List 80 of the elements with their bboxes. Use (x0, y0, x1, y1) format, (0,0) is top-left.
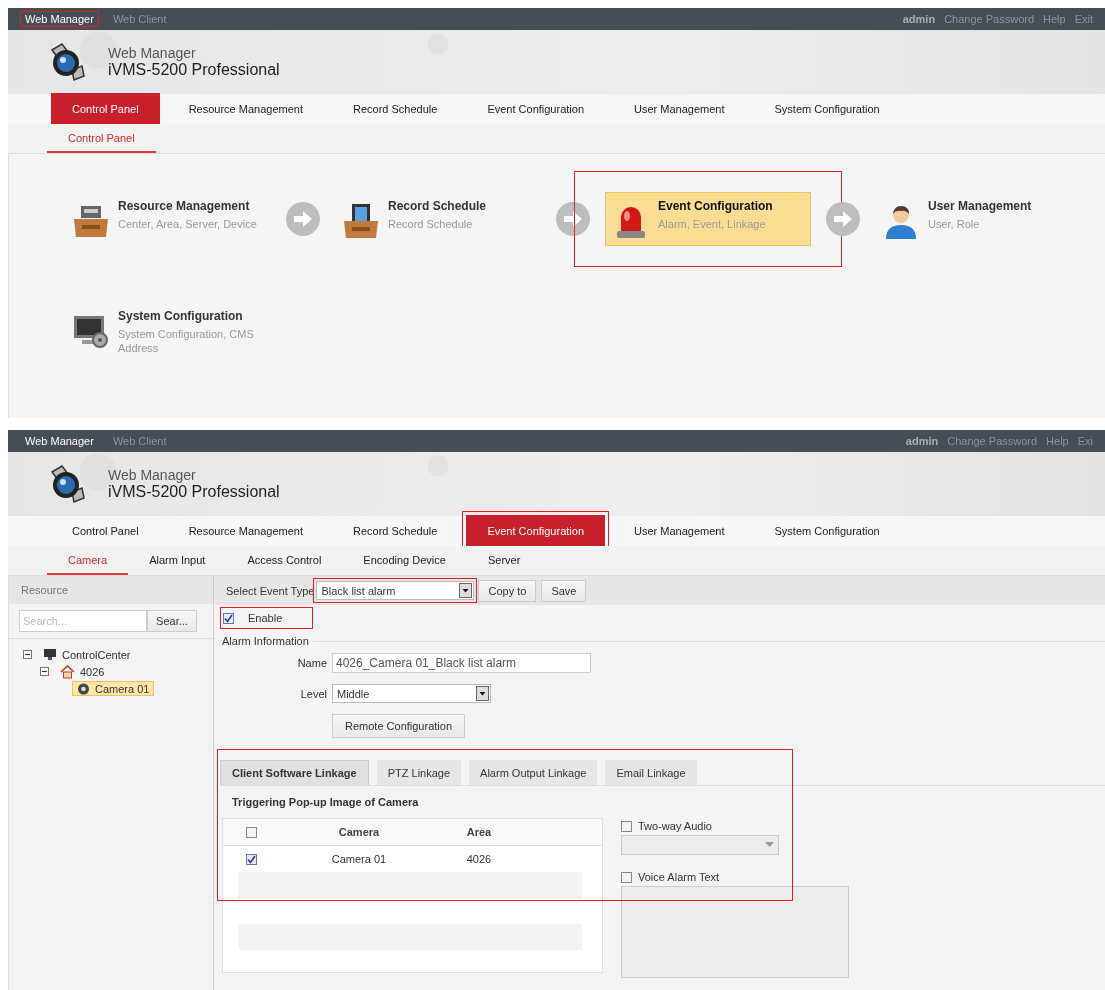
section-title: Alarm Information (222, 635, 309, 647)
nav-tab[interactable]: System Configuration (753, 515, 901, 547)
module-title: Resource Management (118, 199, 251, 213)
module-tile[interactable]: Resource Management Center, Area, Server, Device (65, 192, 271, 246)
collapse-icon[interactable] (40, 667, 49, 676)
nav-tab[interactable]: Record Schedule (332, 93, 459, 125)
column-header: Camera (337, 826, 381, 838)
toolbar-button[interactable]: Copy to (478, 579, 537, 602)
level-select[interactable]: Middle (332, 684, 491, 703)
linkage-tab[interactable]: Email Linkage (605, 760, 697, 785)
app-link[interactable]: Web Manager (21, 434, 98, 448)
app-link[interactable]: Web Manager (21, 12, 98, 26)
linkage-tab[interactable]: PTZ Linkage (376, 760, 462, 785)
printer-tray-icon (72, 203, 110, 239)
event-type-select[interactable]: Black list alarm (316, 581, 475, 600)
nav-tab[interactable]: Record Schedule (332, 515, 459, 547)
module-title: Record Schedule (388, 199, 488, 213)
search-field[interactable]: Search... (19, 610, 147, 632)
enable-checkbox[interactable]: Enable (223, 609, 311, 627)
module-title: User Management (928, 199, 1033, 213)
module-tile[interactable]: System Configuration System Configuration, CMS Address (65, 302, 271, 362)
option-checkbox[interactable]: Voice Alarm Text (621, 871, 849, 883)
table-cell-text: Camera 01 (330, 853, 388, 865)
sub-tab[interactable]: Access Control (226, 546, 343, 575)
name-field[interactable]: 4026_Camera 01_Black list alarm (332, 653, 591, 673)
tree-item[interactable]: Camera 01 (72, 681, 155, 696)
table-cell-text: 4026 (465, 853, 493, 865)
sub-tab[interactable]: Server (466, 546, 542, 575)
nav-tab[interactable]: Event Configuration (466, 515, 605, 547)
user-name: admin (902, 13, 936, 25)
linkage-tab[interactable]: Alarm Output Linkage (469, 760, 598, 785)
collapse-icon[interactable] (23, 650, 32, 659)
select-all-checkbox[interactable] (245, 826, 257, 838)
monitor-icon (43, 648, 57, 661)
sidebar-title: Resource (9, 576, 213, 604)
event-type-label: Select Event Type (226, 584, 315, 597)
monitor-gear-icon (72, 313, 110, 349)
module-tile[interactable]: Event Configuration Alarm, Event, Linkage (605, 192, 811, 246)
nav-tab[interactable]: User Management (613, 515, 746, 547)
user-name: admin (905, 435, 939, 447)
nav-tab[interactable]: Resource Management (167, 515, 324, 547)
tree-item[interactable]: 4026 (55, 663, 110, 680)
nav-tab[interactable]: Control Panel (51, 93, 160, 125)
film-tray-icon (342, 203, 380, 239)
product-title: iVMS-5200 Professional (108, 61, 280, 79)
level-label: Level (299, 687, 327, 700)
nav-tab[interactable]: Resource Management (167, 93, 324, 125)
row-checkbox[interactable] (245, 853, 257, 865)
search-submit-button[interactable]: Sear... (147, 610, 197, 632)
module-title: Event Configuration (658, 199, 774, 213)
tree-item[interactable]: ControlCenter (38, 647, 136, 662)
checkmark-icon (224, 613, 233, 623)
toolbar-button[interactable]: Save (541, 579, 587, 602)
nav-tab[interactable]: User Management (613, 93, 746, 125)
module-tile[interactable]: User Management User, Role (875, 192, 1081, 246)
option-checkbox[interactable]: Two-way Audio (621, 820, 849, 832)
module-description: Alarm, Event, Linkage (658, 217, 767, 231)
sub-tab[interactable]: Encoding Device (342, 546, 467, 575)
module-description: Record Schedule (388, 217, 474, 231)
module-description: Center, Area, Server, Device (118, 217, 258, 231)
module-tile[interactable]: Record Schedule Record Schedule (335, 192, 541, 246)
sub-tab[interactable]: Alarm Input (128, 546, 227, 575)
name-label: Name (296, 657, 327, 669)
nav-tab[interactable]: Control Panel (51, 515, 160, 547)
app-subtitle: Web Manager (108, 467, 197, 483)
app-subtitle: Web Manager (108, 45, 197, 61)
remote-configuration-button[interactable]: Remote Configuration (332, 714, 465, 738)
nav-tab[interactable]: Event Configuration (466, 93, 605, 125)
house-icon (60, 664, 75, 679)
dropdown-arrow-icon (765, 842, 774, 848)
linkage-tab[interactable]: Client Software Linkage (220, 760, 369, 785)
module-title: System Configuration (118, 309, 244, 323)
product-title: iVMS-5200 Professional (108, 483, 280, 501)
section-heading: Triggering Pop-up Image of Camera (232, 796, 420, 808)
module-description: User, Role (928, 217, 981, 231)
column-header: Area (465, 826, 493, 838)
camera-icon (77, 682, 90, 695)
nav-tab[interactable]: System Configuration (753, 93, 901, 125)
module-description: System Configuration, CMS Address (118, 327, 255, 355)
checkmark-icon (246, 854, 256, 864)
